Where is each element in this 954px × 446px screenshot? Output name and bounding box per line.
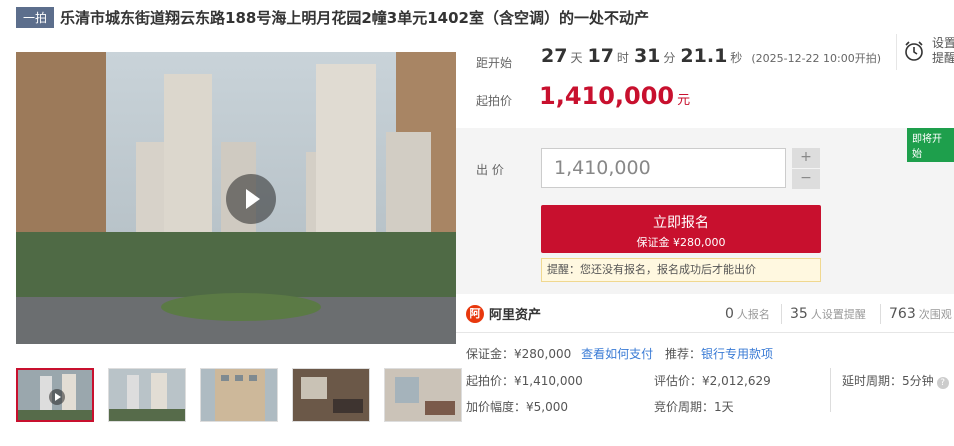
stat-divider bbox=[781, 304, 782, 324]
apply-deposit: 保证金 ¥280,000 bbox=[636, 236, 726, 249]
section-divider bbox=[456, 332, 954, 333]
appraisal-info: 评估价：¥2,012,629 bbox=[654, 372, 771, 389]
countdown-days: 27 bbox=[541, 45, 568, 67]
thumbnail-image[interactable] bbox=[384, 368, 462, 422]
increment-info: 加价幅度：¥5,000 bbox=[466, 398, 568, 415]
thumbnail-image[interactable] bbox=[108, 368, 186, 422]
stat-label: 次围观 bbox=[918, 308, 952, 321]
countdown-label: 距开始 bbox=[476, 56, 513, 70]
minutes-unit: 分 bbox=[663, 51, 676, 65]
thumbnail-video[interactable] bbox=[16, 368, 94, 422]
bid-cycle-label: 竞价周期： bbox=[654, 400, 715, 414]
delay-value: 5分钟 bbox=[902, 374, 934, 388]
deposit-label: 保证金： bbox=[466, 347, 515, 361]
stat-count: 35 bbox=[790, 306, 808, 322]
days-unit: 天 bbox=[570, 51, 583, 65]
recommend-label: 推荐： bbox=[664, 347, 701, 361]
start-price-label: 起拍价 bbox=[476, 94, 513, 108]
auction-round-badge: 一拍 bbox=[16, 6, 55, 28]
countdown-hours: 17 bbox=[587, 45, 614, 67]
stat-reminders: 35 人设置提醒 bbox=[790, 306, 866, 322]
stat-views: 763 次围观 bbox=[889, 306, 952, 322]
apply-label: 立即报名 bbox=[653, 215, 709, 231]
deposit-info: 保证金：¥280,000 查看如何支付 推荐：银行专用款项 bbox=[466, 345, 773, 362]
bid-cycle-value: 1天 bbox=[714, 400, 734, 414]
set-reminder-button[interactable]: 设置 提醒 bbox=[932, 36, 954, 66]
decrease-bid-button[interactable]: − bbox=[792, 169, 820, 189]
increment-label: 加价幅度： bbox=[466, 400, 527, 414]
start-price-value: 1,410,000 bbox=[539, 82, 675, 110]
countdown-seconds: 21.1 bbox=[680, 45, 728, 67]
page-title: 乐清市城东街道翔云东路188号海上明月花园2幢3单元1402室（含空调）的一处不… bbox=[60, 8, 649, 27]
stat-count: 763 bbox=[889, 306, 916, 322]
status-badge: 即将开始 bbox=[907, 128, 954, 162]
ali-assets-logo-icon: 阿 bbox=[466, 304, 484, 323]
start-price-info: 起拍价：¥1,410,000 bbox=[466, 372, 583, 389]
countdown: 27 天 17 时 31 分 21.1 秒 (2025-12-22 10:00开拍) bbox=[541, 45, 881, 67]
brand: 阿 阿里资产 bbox=[466, 304, 541, 323]
info-divider bbox=[830, 368, 831, 412]
brand-name: 阿里资产 bbox=[489, 308, 542, 323]
bid-cycle-info: 竞价周期：1天 bbox=[654, 398, 734, 415]
seconds-unit: 秒 bbox=[730, 51, 743, 65]
start-price: 1,410,000 元 bbox=[539, 82, 690, 110]
question-icon[interactable]: ? bbox=[936, 377, 949, 389]
thumbnail-image[interactable] bbox=[292, 368, 370, 422]
start-price-unit: 元 bbox=[677, 93, 691, 108]
apply-now-button[interactable]: 立即报名 保证金 ¥280,000 bbox=[541, 205, 821, 253]
alarm-clock-icon[interactable] bbox=[903, 40, 925, 62]
stat-count: 0 bbox=[725, 306, 734, 322]
thumbnail-image[interactable] bbox=[200, 368, 278, 422]
increase-bid-button[interactable]: + bbox=[792, 148, 820, 168]
start-price-info-label: 起拍价： bbox=[466, 374, 515, 388]
appraisal-value: ¥2,012,629 bbox=[702, 374, 771, 388]
play-video-icon[interactable] bbox=[226, 174, 276, 224]
start-price-info-value: ¥1,410,000 bbox=[514, 374, 583, 388]
reminder-line1: 设置 bbox=[932, 36, 954, 50]
reminder-divider bbox=[896, 34, 897, 70]
thumbnail-strip bbox=[16, 368, 462, 422]
countdown-minutes: 31 bbox=[633, 45, 661, 67]
bank-payment-link[interactable]: 银行专用款项 bbox=[701, 347, 773, 361]
stat-label: 人报名 bbox=[736, 308, 770, 321]
main-photo[interactable] bbox=[16, 52, 456, 344]
start-time-note: (2025-12-22 10:00开拍) bbox=[751, 52, 882, 65]
increment-value: ¥5,000 bbox=[526, 400, 569, 414]
appraisal-label: 评估价： bbox=[654, 374, 703, 388]
deposit-value: ¥280,000 bbox=[514, 347, 572, 361]
title-row: 一拍 乐清市城东街道翔云东路188号海上明月花园2幢3单元1402室（含空调）的… bbox=[16, 6, 649, 28]
stat-label: 人设置提醒 bbox=[810, 308, 866, 321]
registration-tip: 提醒：您还没有报名，报名成功后才能出价 bbox=[541, 258, 821, 282]
how-to-pay-link[interactable]: 查看如何支付 bbox=[581, 347, 653, 361]
stat-registrations: 0 人报名 bbox=[725, 306, 770, 322]
bid-amount-input[interactable]: 1,410,000 bbox=[541, 148, 786, 188]
hours-unit: 时 bbox=[616, 51, 629, 65]
delay-info: 延时周期：5分钟? bbox=[842, 372, 949, 389]
bid-label: 出 价 bbox=[476, 163, 504, 177]
reminder-line2: 提醒 bbox=[932, 51, 954, 65]
stat-divider bbox=[880, 304, 881, 324]
delay-label: 延时周期： bbox=[842, 374, 903, 388]
